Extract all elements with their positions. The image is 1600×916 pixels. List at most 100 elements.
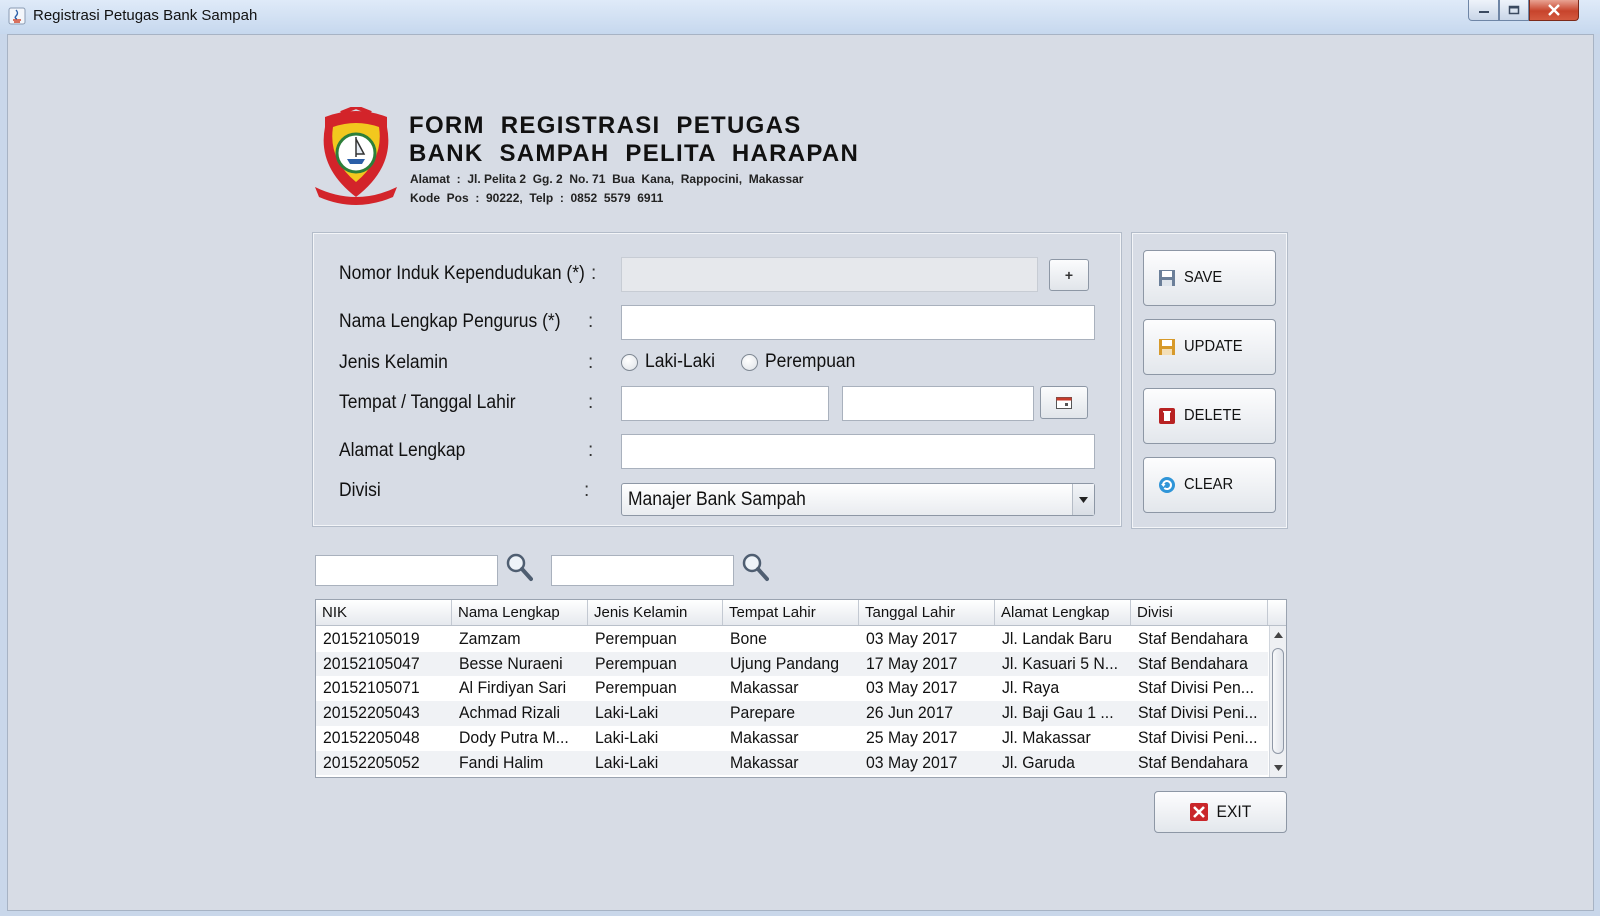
table-cell-text: 17 May 2017 [866, 653, 958, 673]
table-cell: Staf Divisi Pen... [1131, 676, 1268, 701]
form-title-line1: FORM REGISTRASI PETUGAS [409, 112, 802, 139]
table-cell-text: Perempuan [595, 678, 677, 698]
table-cell-text: Perempuan [595, 653, 677, 673]
column-header-alamat[interactable]: Alamat Lengkap [995, 600, 1131, 625]
postal-phone-text: Kode Pos : 90222, Telp : 0852 5579 6911 [410, 191, 664, 205]
table-cell: 20152205052 [316, 751, 452, 776]
search-input-2[interactable] [551, 555, 734, 586]
table-cell: Staf Bendahara [1131, 751, 1268, 776]
gender-female-radio[interactable] [741, 354, 758, 371]
nama-label: Nama Lengkap Pengurus (*) [339, 311, 561, 332]
table-cell: 17 May 2017 [859, 652, 995, 677]
gender-male-label[interactable]: Laki-Laki [645, 351, 715, 373]
nik-label: Nomor Induk Kependudukan (*) [339, 263, 585, 284]
table-cell: 20152105019 [316, 627, 452, 652]
table-cell-text: Al Firdiyan Sari [459, 678, 567, 698]
table-row[interactable]: 20152105071 Al Firdiyan Sari Perempuan Maka… [316, 676, 1268, 701]
refresh-icon [1159, 477, 1175, 493]
scroll-thumb[interactable] [1272, 648, 1284, 754]
save-label: SAVE [1184, 269, 1223, 286]
clear-button[interactable]: CLEAR [1143, 457, 1276, 513]
table-cell: Jl. Raya [995, 676, 1131, 701]
table-cell: 03 May 2017 [859, 676, 995, 701]
exit-label: EXIT [1216, 802, 1251, 821]
save-button[interactable]: SAVE [1143, 250, 1276, 306]
delete-button[interactable]: DELETE [1143, 388, 1276, 444]
table-cell: Achmad Rizali [452, 701, 588, 726]
table-cell-text: Laki-Laki [595, 703, 659, 723]
table-cell-text: Makassar [730, 678, 799, 698]
update-button[interactable]: UPDATE [1143, 319, 1276, 375]
table-row[interactable]: 20152205052 Fandi Halim Laki-Laki Makassar 0… [316, 750, 1268, 776]
table-cell: Jl. Landak Baru [995, 627, 1131, 652]
table-row[interactable]: 20152105047 Besse Nuraeni Perempuan Ujung P… [316, 651, 1268, 677]
table-cell-text: 03 May 2017 [866, 752, 958, 772]
exit-button[interactable]: EXIT [1154, 791, 1287, 833]
date-picker-button[interactable] [1040, 386, 1088, 419]
floppy-disk-icon [1159, 270, 1175, 286]
column-header-nama[interactable]: Nama Lengkap [452, 600, 588, 625]
gender-label: Jenis Kelamin [339, 352, 448, 373]
table-cell: Jl. Makassar [995, 726, 1131, 751]
nama-colon: : [588, 311, 594, 332]
table-cell-text: Besse Nuraeni [459, 653, 563, 673]
table-cell: Jl. Baji Gau 1 ... [995, 701, 1131, 726]
search-icon[interactable] [741, 552, 769, 582]
table-cell: 20152105071 [316, 676, 452, 701]
divisi-label: Divisi [339, 480, 381, 501]
table-cell: 20152105047 [316, 652, 452, 677]
column-header-tempat-lahir[interactable]: Tempat Lahir [723, 600, 859, 625]
table-row[interactable]: 20152205043 Achmad Rizali Laki-Laki Parepar… [316, 701, 1268, 726]
table-row[interactable]: 20152205048 Dody Putra M... Laki-Laki Makas… [316, 726, 1268, 751]
maximize-icon [1508, 5, 1520, 15]
table-cell: Bone [723, 627, 859, 652]
alamat-input[interactable] [621, 434, 1095, 469]
ttl-label: Tempat / Tanggal Lahir [339, 392, 516, 413]
table-cell: Laki-Laki [588, 726, 723, 751]
nama-input[interactable] [621, 305, 1095, 340]
table-cell-text: 03 May 2017 [866, 678, 958, 698]
column-header-divisi[interactable]: Divisi [1131, 600, 1268, 625]
divisi-dropdown[interactable]: Manajer Bank Sampah [621, 483, 1095, 516]
tanggal-lahir-input[interactable] [842, 386, 1034, 421]
column-header-nik[interactable]: NIK [316, 600, 452, 625]
nik-add-button[interactable]: + [1049, 259, 1089, 291]
gender-male-radio[interactable] [621, 354, 638, 371]
column-header-jenis-kelamin[interactable]: Jenis Kelamin [588, 600, 723, 625]
table-scrollbar[interactable] [1269, 626, 1286, 777]
search-icon[interactable] [505, 552, 533, 582]
table-cell-text: Zamzam [459, 629, 521, 648]
maximize-button[interactable] [1499, 0, 1529, 21]
table-cell: Staf Bendahara [1131, 627, 1268, 652]
window-title: Registrasi Petugas Bank Sampah [33, 7, 258, 24]
scroll-up-button[interactable] [1270, 627, 1286, 643]
gender-female-label[interactable]: Perempuan [765, 351, 855, 373]
chevron-down-icon [1079, 496, 1088, 503]
table-cell-text: Jl. Raya [1002, 678, 1060, 698]
table-cell-text: Achmad Rizali [459, 703, 561, 723]
table-cell-text: Jl. Baji Gau 1 ... [1002, 703, 1114, 723]
form-title-line2: BANK SAMPAH PELITA HARAPAN [409, 140, 860, 167]
table-row[interactable]: 20152105019 Zamzam Perempuan Bone 03 May 201… [316, 627, 1268, 652]
table-cell: Staf Divisi Peni... [1131, 701, 1268, 726]
table-cell: Jl. Garuda [995, 751, 1131, 776]
table-cell: 26 Jun 2017 [859, 701, 995, 726]
dropdown-arrow-button[interactable] [1072, 484, 1094, 515]
table-cell: Staf Divisi Peni... [1131, 726, 1268, 751]
minimize-button[interactable] [1468, 0, 1499, 21]
nik-input[interactable] [621, 257, 1038, 292]
delete-label: DELETE [1184, 407, 1242, 424]
tempat-lahir-input[interactable] [621, 386, 829, 421]
table-cell: Besse Nuraeni [452, 652, 588, 677]
divisi-selected-value: Manajer Bank Sampah [628, 489, 806, 510]
table-cell-text: Staf Divisi Peni... [1138, 703, 1258, 723]
close-button[interactable] [1529, 0, 1579, 21]
scroll-down-button[interactable] [1270, 760, 1286, 776]
table-cell-text: 20152205052 [323, 752, 420, 772]
table-cell-text: Fandi Halim [459, 752, 544, 772]
table-cell: Zamzam [452, 627, 588, 652]
column-header-tanggal-lahir[interactable]: Tanggal Lahir [859, 600, 995, 625]
alamat-colon: : [588, 440, 594, 461]
table-cell: 20152205048 [316, 726, 452, 751]
search-input-1[interactable] [315, 555, 498, 586]
